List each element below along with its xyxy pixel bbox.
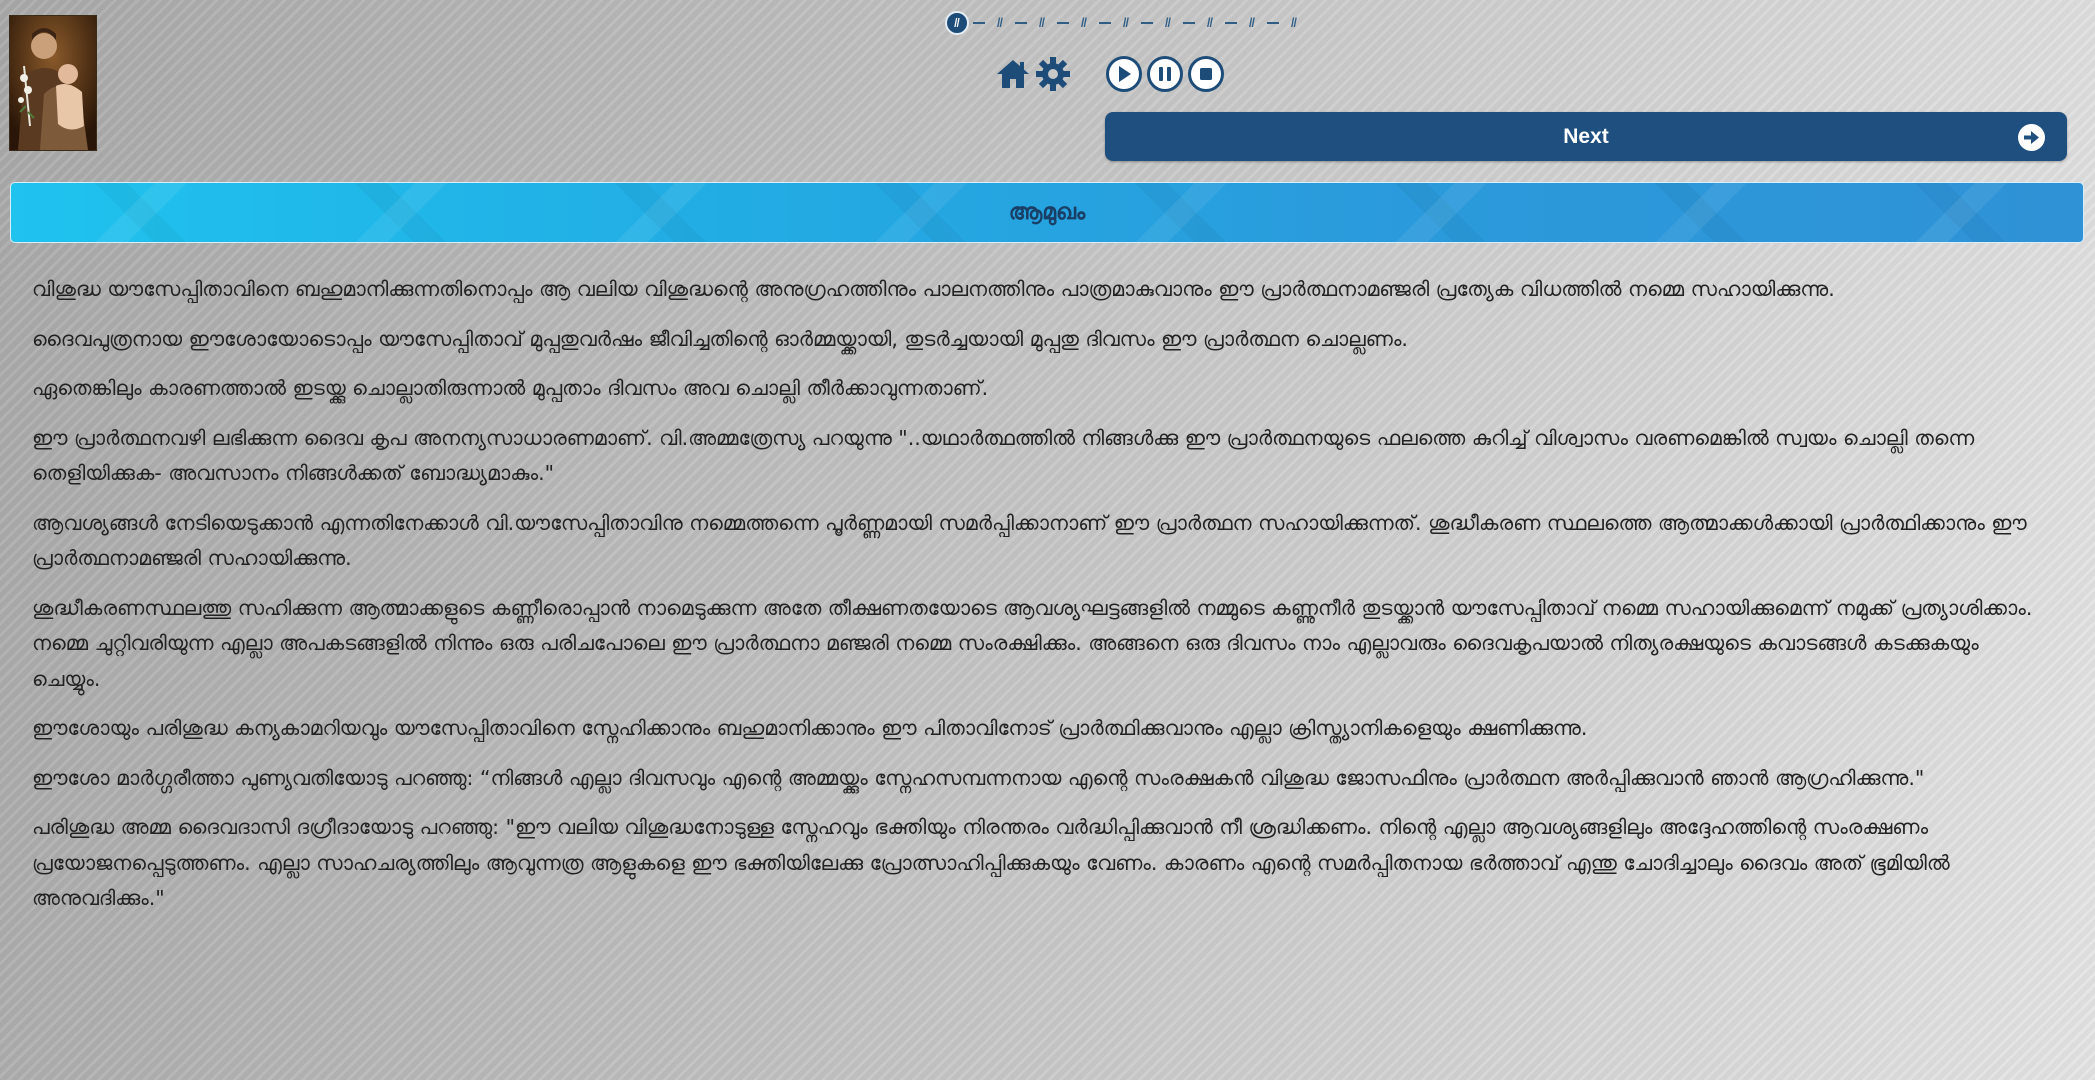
progress-connector [1225,22,1237,24]
arrow-right-icon [2018,124,2045,151]
play-icon [1119,66,1131,82]
progress-connector [1141,22,1153,24]
paragraph: ശുദ്ധീകരണസ്ഥലത്തു സഹിക്കുന്ന ആത്മാക്കളുട… [32,595,2033,691]
paragraph: പരിശുദ്ധ അമ്മ ദൈവദാസി ദഗ്രീദായോടു പറഞ്ഞു… [32,815,1950,910]
saint-joseph-thumbnail [9,15,97,151]
progress-step[interactable]: ǁ [1073,12,1095,34]
paragraph: ഈശോയും പരിശുദ്ധ കന്യകാമറിയവും യൗസേപ്പിതാ… [32,716,1588,740]
home-icon [997,60,1029,88]
section-header: ആമുഖം [10,182,2084,243]
saint-joseph-image [10,16,96,150]
paragraph: വിശുദ്ധ യൗസേപ്പിതാവിനെ ബഹുമാനിക്കുന്നതിന… [32,277,1835,301]
progress-connector [1183,22,1195,24]
progress-connector [1099,22,1111,24]
paragraph: ഏതെങ്കിലും കാരണത്താൽ ഇടയ്ക്കു ചൊല്ലാതിരു… [32,376,989,400]
progress-connector [1267,22,1279,24]
progress-step[interactable]: ǁ [1115,12,1137,34]
stop-button[interactable] [1188,56,1224,92]
paragraph: ഈ പ്രാർത്ഥനവഴി ലഭിക്കുന്ന ദൈവ കൃപ അനന്യസ… [32,425,1975,486]
next-button-label: Next [1563,124,1609,148]
settings-icon [1036,57,1070,91]
pause-button[interactable] [1147,56,1183,92]
toolbar [993,54,1224,94]
progress-step[interactable]: ǁ [1157,12,1179,34]
section-title: ആമുഖം [1008,200,1086,225]
play-button[interactable] [1106,56,1142,92]
stop-icon [1200,68,1212,80]
progress-stepper: ǁ ǁ ǁ ǁ ǁ ǁ ǁ ǁ ǁ [945,11,1305,35]
progress-connector [1015,22,1027,24]
next-button[interactable]: Next [1105,112,2067,161]
progress-step[interactable]: ǁ [1241,12,1263,34]
media-controls [1106,56,1224,92]
paragraph: ആവശ്യങ്ങൾ നേടിയെടുക്കാൻ എന്നതിനേക്കാൾ വി… [32,510,2027,571]
progress-connector [973,22,985,24]
progress-step[interactable]: ǁ [1199,12,1221,34]
progress-step[interactable]: ǁ [1031,12,1053,34]
progress-step[interactable]: ǁ [1283,12,1305,34]
pause-icon [1159,67,1171,81]
progress-connector [1057,22,1069,24]
paragraph: ദൈവപുത്രനായ ഈശോയോടൊപ്പം യൗസേപ്പിതാവ് മുപ… [32,326,1408,351]
intro-content: വിശുദ്ധ യൗസേപ്പിതാവിനെ ബഹുമാനിക്കുന്നതിന… [32,272,2042,931]
settings-button[interactable] [1033,54,1073,94]
progress-step[interactable]: ǁ [989,12,1011,34]
home-button[interactable] [993,54,1033,94]
progress-step-current[interactable]: ǁ [945,11,969,35]
paragraph: ഈശോ മാർഗ്ഗരീത്താ പുണ്യവതിയോടു പറഞ്ഞു: “ന… [32,765,1925,790]
